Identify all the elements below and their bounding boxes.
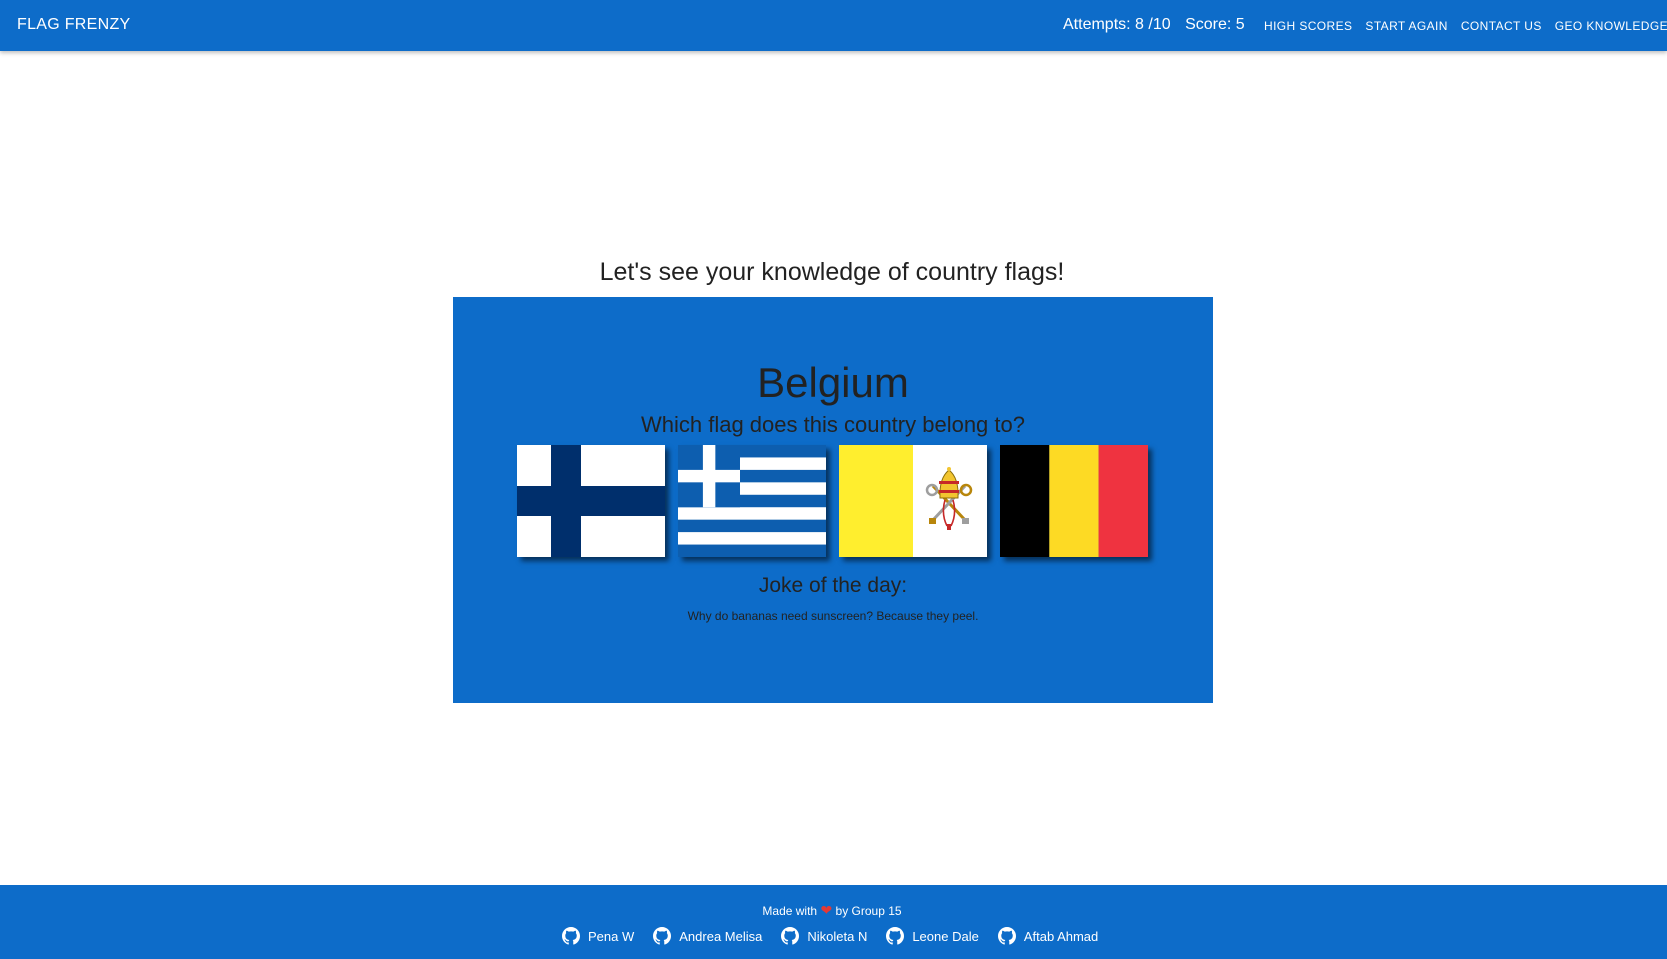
quiz-card: Belgium Which flag does this country bel…	[453, 297, 1213, 703]
flag-option-1[interactable]	[517, 445, 665, 557]
made-prefix: Made with	[762, 904, 818, 918]
score-counter: Score: 5	[1185, 16, 1245, 33]
game-stats: Attempts: 8 /10 Score: 5	[1063, 0, 1255, 51]
nav-link-contact-us[interactable]: CONTACT US	[1461, 19, 1542, 33]
flag-option-3[interactable]	[839, 445, 987, 557]
joke-title: Joke of the day:	[758, 574, 908, 597]
author-link-2[interactable]: Andrea Melisa	[653, 927, 762, 945]
nav-link-high-scores[interactable]: HIGH SCORES	[1264, 19, 1352, 33]
author-name: Aftab Ahmad	[1023, 928, 1099, 944]
github-icon	[886, 927, 905, 945]
github-icon	[781, 927, 800, 945]
author-link-5[interactable]: Aftab Ahmad	[997, 927, 1099, 945]
nav-link-start-again[interactable]: START AGAIN	[1365, 19, 1447, 33]
greece-flag-icon	[678, 445, 826, 557]
flag-option-4[interactable]	[1000, 445, 1148, 557]
intro-heading: Let's see your knowledge of country flag…	[599, 258, 1065, 286]
author-name: Pena W	[588, 928, 635, 944]
author-link-3[interactable]: Nikoleta N	[781, 927, 867, 945]
footer: Made with ❤ by Group 15 Pena W Andrea Me…	[0, 885, 1667, 959]
nav-links: HIGH SCORES START AGAIN CONTACT US GEO K…	[1264, 0, 1667, 51]
vatican-flag-icon	[839, 445, 987, 557]
author-name: Andrea Melisa	[679, 928, 763, 944]
belgium-flag-icon	[1000, 445, 1148, 557]
attempts-counter: Attempts: 8 /10	[1063, 16, 1171, 33]
author-name: Nikoleta N	[807, 928, 868, 944]
github-icon	[997, 927, 1016, 945]
brand-logo[interactable]: FLAG FRENZY	[17, 0, 131, 51]
author-name: Leone Dale	[912, 928, 979, 944]
finland-flag-icon	[517, 445, 665, 557]
question-text: Which flag does this country belong to?	[640, 412, 1025, 437]
nav-link-geo-knowledge[interactable]: GEO KNOWLEDGE	[1555, 19, 1667, 33]
country-name: Belgium	[757, 359, 909, 406]
author-link-4[interactable]: Leone Dale	[886, 927, 979, 945]
author-links: Pena W Andrea Melisa Nikoleta N Leone Da…	[562, 925, 1117, 947]
flag-options	[517, 445, 1157, 557]
made-with-text: Made with ❤ by Group 15	[0, 902, 1664, 919]
joke-text: Why do bananas need sunscreen? Because t…	[687, 609, 979, 623]
github-icon	[653, 927, 672, 945]
top-navbar: FLAG FRENZY Attempts: 8 /10 Score: 5 HIG…	[0, 0, 1667, 51]
author-link-1[interactable]: Pena W	[562, 927, 634, 945]
github-icon	[562, 927, 580, 945]
heart-icon: ❤	[820, 902, 833, 918]
flag-option-2[interactable]	[678, 445, 826, 557]
made-suffix: by Group 15	[835, 904, 902, 918]
